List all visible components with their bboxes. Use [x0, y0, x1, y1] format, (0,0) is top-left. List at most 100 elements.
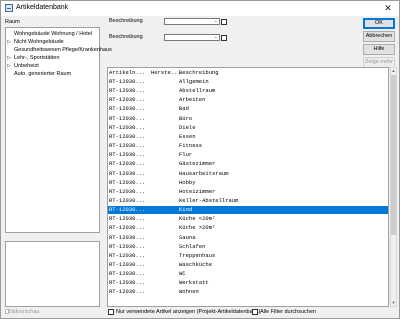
list-row[interactable]: RT-12030... Diele [108, 124, 388, 132]
scroll-thumb[interactable] [391, 75, 396, 235]
help-button[interactable]: Hilfe [363, 44, 395, 55]
article-cell: RT-12030... [109, 279, 146, 287]
article-cell: RT-12030... [109, 132, 146, 140]
column-header-manufacturer[interactable]: Herste... [151, 68, 181, 77]
image-preview [5, 241, 100, 307]
list-row[interactable]: RT-12030... Fitness [108, 142, 388, 150]
article-cell: RT-12030... [109, 96, 146, 104]
article-list[interactable]: Artikeln... Herste... Beschreibung RT-12… [107, 67, 389, 307]
article-cell: RT-12030... [109, 87, 146, 95]
list-row[interactable]: RT-12030... Hobby [108, 179, 388, 187]
scroll-down-icon[interactable]: ▼ [391, 300, 396, 306]
room-tree[interactable]: Wohngebäude Wohnung / Hotel ▷ Nicht Wohnge… [5, 27, 112, 233]
used-articles-checkbox[interactable] [108, 309, 114, 315]
image-preview-label: Bildvorschau [8, 309, 40, 315]
list-row[interactable]: RT-12030... Bad [108, 105, 388, 113]
tree-item-label: Wohngebäude Wohnung / Hotel [14, 31, 93, 37]
article-cell: RT-12030... [109, 114, 146, 122]
article-cell: RT-12030... [109, 251, 146, 259]
description-cell: Allgemein [179, 78, 209, 85]
filter-checkbox-1[interactable] [221, 19, 227, 25]
description-cell: Werkstatt [179, 279, 209, 287]
article-cell: RT-12030... [109, 242, 146, 250]
description-cell: Hoteizimmer [179, 187, 216, 195]
tree-item-label: Lehr-, Sportstätten [14, 55, 60, 61]
list-row[interactable]: RT-12030... Essen [108, 133, 388, 141]
tree-item-label: Auto. generierter Raum [14, 71, 72, 77]
list-row[interactable]: RT-12030... Büro [108, 115, 388, 123]
list-row[interactable]: RT-12030... Flur [108, 151, 388, 159]
article-cell: RT-12030... [109, 206, 146, 214]
article-cell: RT-12030... [109, 270, 146, 278]
description-cell: Küche <20m² [179, 215, 216, 223]
list-row[interactable]: RT-12030... Arbeiten [108, 96, 388, 104]
description-cell: Sauna [179, 233, 196, 241]
filter-combo-1[interactable]: ⌄ [164, 18, 220, 25]
list-row[interactable]: RT-12030... Küche >20m² [108, 224, 388, 232]
description-cell: Keller-Abstellraum [179, 196, 239, 204]
list-row[interactable]: RT-12030... Abstellraum [108, 87, 388, 95]
list-row[interactable]: RT-12030... Keller-Abstellraum [108, 197, 388, 205]
list-row[interactable]: RT-12030... WC [108, 270, 388, 278]
vertical-scrollbar[interactable]: ▲ ▼ [390, 67, 397, 307]
description-cell: WC [179, 270, 186, 278]
tree-item-label: Gesundheitswesen Pflege/Krankenhaus [14, 47, 112, 53]
article-cell: RT-12030... [109, 288, 146, 296]
ok-button[interactable]: OK [363, 18, 395, 29]
list-row[interactable]: RT-12030... Schlafen [108, 243, 388, 251]
chevron-down-icon: ⌄ [213, 18, 218, 24]
list-row[interactable]: RT-12030... Kind [108, 206, 388, 215]
expand-arrow-icon[interactable]: ▷ [7, 54, 11, 62]
description-cell: Gästezimmer [179, 160, 216, 168]
list-row[interactable]: RT-12030... Allgemein [108, 78, 388, 86]
article-cell: RT-12030... [109, 78, 146, 85]
expand-arrow-icon[interactable]: ▷ [7, 38, 11, 46]
list-row[interactable]: RT-12030... Treppenhaus [108, 252, 388, 260]
list-row[interactable]: RT-12030... Werkstatt [108, 279, 388, 287]
close-icon[interactable]: ✕ [377, 1, 399, 16]
article-cell: RT-12030... [109, 187, 146, 195]
all-filters-label: Alle Filter durchsuchen [260, 309, 316, 315]
description-cell: Arbeiten [179, 96, 206, 104]
list-header: Artikeln... Herste... Beschreibung [108, 68, 388, 77]
list-row[interactable]: RT-12030... Wohnen [108, 288, 388, 296]
list-row[interactable]: RT-12030... Hoteizimmer [108, 188, 388, 196]
article-cell: RT-12030... [109, 178, 146, 186]
list-row[interactable]: RT-12030... Waschküche [108, 261, 388, 269]
column-header-article[interactable]: Artikeln... [109, 68, 145, 77]
description-cell: Essen [179, 132, 196, 140]
description-cell: Abstellraum [179, 87, 216, 95]
description-cell: Waschküche [179, 261, 213, 268]
article-cell: RT-12030... [109, 224, 146, 232]
description-cell: Hobby [179, 178, 196, 186]
app-icon [5, 4, 13, 12]
description-cell: Kind [179, 206, 193, 214]
description-cell: Büro [179, 114, 193, 122]
cancel-button[interactable]: Abbrechen [363, 31, 395, 42]
tree-item-label: Unbeheizt [14, 63, 39, 69]
expand-arrow-icon[interactable]: ▷ [7, 62, 11, 70]
chevron-down-icon: ⌄ [213, 34, 218, 40]
article-cell: RT-12030... [109, 142, 146, 150]
article-cell: RT-12030... [109, 123, 146, 131]
description-cell: Fitness [179, 142, 203, 150]
list-row[interactable]: RT-12030... Gästezimmer [108, 160, 388, 168]
description-cell: Küche >20m² [179, 224, 216, 232]
article-database-dialog: Artikeldatenbank ✕ Raum Wohngebäude Wohn… [0, 0, 400, 319]
article-cell: RT-12030... [109, 215, 146, 223]
filter-checkbox-2[interactable] [221, 35, 227, 41]
description-cell: Schlafen [179, 242, 206, 250]
list-row[interactable]: RT-12030... Küche <20m² [108, 215, 388, 223]
column-header-description[interactable]: Beschreibung [179, 68, 219, 77]
article-cell: RT-12030... [109, 261, 146, 268]
all-filters-checkbox[interactable] [252, 309, 258, 315]
title-bar: Artikeldatenbank ✕ [1, 1, 399, 16]
scroll-up-icon[interactable]: ▲ [391, 68, 396, 74]
list-row[interactable]: RT-12030... Sauna [108, 234, 388, 242]
description-cell: Hausarbeitsraum [179, 169, 229, 177]
filter-combo-2[interactable]: ⌄ [164, 34, 220, 41]
filter-label-2: Beschreibung [109, 34, 143, 40]
list-row[interactable]: RT-12030... Hausarbeitsraum [108, 170, 388, 178]
window-title: Artikeldatenbank [16, 4, 69, 11]
tree-item-label: Nicht Wohngebäude [14, 39, 64, 45]
